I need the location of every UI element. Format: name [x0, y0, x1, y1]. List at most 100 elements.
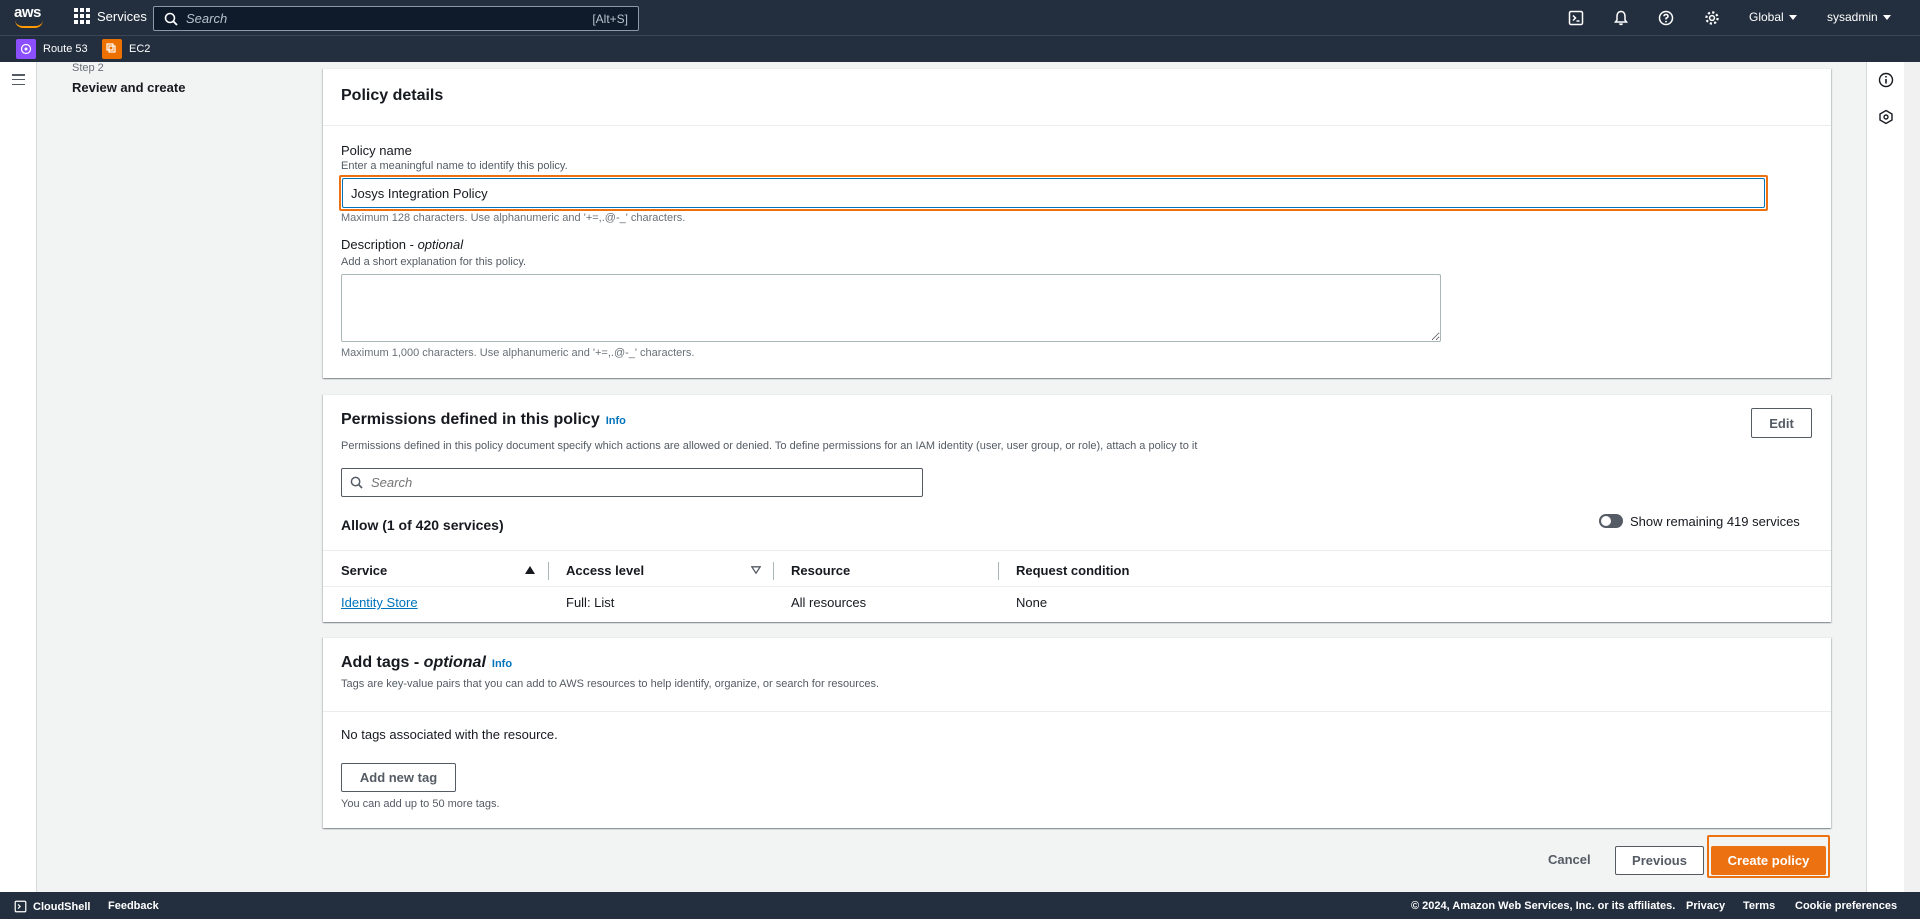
- search-icon: [164, 12, 178, 26]
- feedback-link[interactable]: Feedback: [108, 900, 159, 912]
- info-icon[interactable]: [1878, 72, 1894, 88]
- cloudshell-icon[interactable]: [1567, 9, 1585, 27]
- toggle-knob: [1601, 516, 1611, 526]
- access-level-cell: Full: List: [566, 595, 615, 610]
- bell-icon[interactable]: [1612, 9, 1630, 27]
- add-new-tag-button[interactable]: Add new tag: [341, 763, 456, 792]
- column-separator[interactable]: [998, 562, 999, 580]
- cloudshell-footer-button[interactable]: CloudShell: [14, 900, 90, 913]
- cancel-button[interactable]: Cancel: [1548, 852, 1591, 867]
- tutorial-icon[interactable]: [1878, 109, 1894, 125]
- global-search-input[interactable]: [186, 11, 593, 26]
- account-menu[interactable]: sysadmin: [1827, 10, 1891, 24]
- divider: [323, 125, 1831, 126]
- region-label: Global: [1749, 10, 1784, 24]
- gear-icon[interactable]: [1703, 9, 1721, 27]
- terms-link[interactable]: Terms: [1743, 900, 1775, 912]
- search-icon: [350, 476, 363, 489]
- description-hint: Add a short explanation for this policy.: [341, 256, 527, 268]
- copyright: © 2024, Amazon Web Services, Inc. or its…: [1411, 900, 1676, 912]
- privacy-link[interactable]: Privacy: [1686, 900, 1725, 912]
- favorite-label: Route 53: [43, 43, 88, 55]
- aws-smile-icon: [15, 20, 43, 28]
- tags-description: Tags are key-value pairs that you can ad…: [341, 678, 880, 690]
- policy-name-constraint: Maximum 128 characters. Use alphanumeric…: [341, 212, 686, 224]
- permissions-search[interactable]: [341, 468, 923, 497]
- column-header-resource[interactable]: Resource: [791, 563, 850, 578]
- menu-icon[interactable]: [12, 74, 25, 85]
- caret-down-icon: [1788, 14, 1797, 20]
- policy-name-label: Policy name: [341, 143, 412, 158]
- column-header-service[interactable]: Service: [341, 563, 387, 578]
- tags-container: Add tags - optional Info Tags are key-va…: [323, 637, 1831, 828]
- permissions-info-link[interactable]: Info: [606, 415, 626, 427]
- description-constraint: Maximum 1,000 characters. Use alphanumer…: [341, 347, 695, 359]
- step-label: Step 2: [72, 62, 104, 74]
- description-label: Description - optional: [341, 237, 463, 252]
- region-selector[interactable]: Global: [1749, 10, 1797, 24]
- column-header-access-level[interactable]: Access level: [566, 563, 644, 578]
- favorite-ec2[interactable]: EC2: [102, 39, 150, 59]
- optional-text: optional: [423, 654, 486, 671]
- description-textarea[interactable]: [341, 274, 1441, 342]
- page-scrollbar[interactable]: [1904, 62, 1920, 892]
- global-search[interactable]: [Alt+S]: [153, 6, 639, 31]
- permissions-description: Permissions defined in this policy docum…: [341, 440, 1198, 452]
- policy-name-hint: Enter a meaningful name to identify this…: [341, 160, 568, 172]
- column-header-request-condition[interactable]: Request condition: [1016, 563, 1129, 578]
- previous-button[interactable]: Previous: [1615, 846, 1704, 875]
- tags-header: Add tags - optional Info: [341, 654, 512, 672]
- sort-ascending-icon[interactable]: [525, 566, 535, 574]
- cookie-preferences-link[interactable]: Cookie preferences: [1795, 900, 1897, 912]
- permissions-container: Permissions defined in this policy Info …: [323, 394, 1831, 622]
- left-rail: [0, 62, 37, 892]
- services-menu-button[interactable]: Services: [74, 8, 147, 24]
- caret-down-icon: [1882, 14, 1891, 20]
- tags-title-text: Add tags -: [341, 654, 424, 671]
- sort-icon[interactable]: [751, 566, 761, 574]
- request-condition-cell: None: [1016, 595, 1048, 610]
- search-shortcut: [Alt+S]: [592, 11, 628, 26]
- favorites-bar: Route 53 EC2: [0, 35, 1920, 62]
- services-label: Services: [97, 8, 147, 24]
- policy-name-input[interactable]: [342, 178, 1765, 208]
- aws-logo[interactable]: aws: [14, 4, 46, 30]
- policy-details-title: Policy details: [341, 87, 444, 104]
- route53-icon: [16, 39, 36, 59]
- username-label: sysadmin: [1827, 10, 1878, 24]
- permissions-search-input[interactable]: [371, 475, 914, 490]
- divider: [323, 586, 1831, 587]
- column-separator[interactable]: [773, 562, 774, 580]
- optional-text: optional: [417, 237, 464, 252]
- footer: CloudShell Feedback © 2024, Amazon Web S…: [0, 892, 1920, 919]
- grid-icon: [74, 8, 90, 24]
- step-title-review-and-create[interactable]: Review and create: [72, 80, 185, 95]
- tags-info-link[interactable]: Info: [492, 658, 512, 670]
- permissions-title: Permissions defined in this policy: [341, 411, 600, 428]
- show-remaining-label: Show remaining 419 services: [1630, 514, 1800, 529]
- show-remaining-toggle[interactable]: [1599, 514, 1623, 528]
- top-navigation: aws Services [Alt+S] Global sysadmin: [0, 0, 1920, 35]
- policy-details-container: Policy details Policy name Enter a meani…: [323, 68, 1831, 378]
- create-policy-button[interactable]: Create policy: [1711, 846, 1826, 875]
- aws-logo-text: aws: [14, 4, 41, 21]
- no-tags-message: No tags associated with the resource.: [341, 727, 558, 742]
- edit-button[interactable]: Edit: [1751, 408, 1812, 438]
- resource-cell: All resources: [791, 595, 867, 610]
- description-label-text: Description -: [341, 237, 418, 252]
- service-link[interactable]: Identity Store: [341, 595, 418, 610]
- favorite-route53[interactable]: Route 53: [16, 39, 88, 59]
- ec2-icon: [102, 39, 122, 59]
- column-separator[interactable]: [548, 562, 549, 580]
- tags-title: Add tags - optional: [341, 654, 486, 672]
- cloudshell-label: CloudShell: [33, 900, 91, 913]
- tags-limit: You can add up to 50 more tags.: [341, 798, 500, 810]
- allow-heading: Allow (1 of 420 services): [341, 517, 504, 533]
- permissions-header: Permissions defined in this policy Info: [341, 411, 626, 429]
- divider: [323, 711, 1831, 712]
- cloudshell-icon: [14, 900, 27, 913]
- divider: [323, 550, 1831, 551]
- help-icon[interactable]: [1657, 9, 1675, 27]
- favorite-label: EC2: [129, 43, 151, 55]
- right-rail: [1866, 62, 1904, 892]
